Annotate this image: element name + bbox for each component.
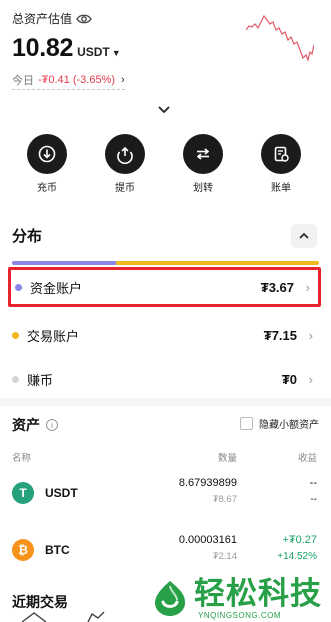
asset-pnl-pct: +14.52% [277, 551, 317, 562]
withdraw-button[interactable]: 提币 [95, 134, 155, 194]
currency-selector[interactable]: USDT ▼ [77, 45, 121, 59]
info-icon[interactable]: i [46, 419, 58, 431]
btc-coin-icon: ₿ [12, 539, 34, 561]
distribution-bar [12, 261, 319, 265]
account-dot [12, 331, 19, 339]
transfer-label: 划转 [193, 183, 213, 194]
chevron-right-icon: › [121, 74, 125, 86]
transfer-button[interactable]: 划转 [173, 134, 233, 194]
account-value: ₮7.15 [263, 327, 297, 343]
section-divider [0, 398, 331, 406]
withdraw-icon [105, 134, 145, 174]
column-header-name: 名称 [12, 453, 32, 464]
deposit-label: 充币 [37, 183, 57, 194]
asset-symbol: BTC [45, 543, 70, 557]
balance-row: 10.82 USDT ▼ [12, 34, 121, 63]
asset-amount-value: ₮8.67 [212, 494, 237, 505]
column-header-pnl: 收益 [297, 453, 317, 464]
watermark-subtext: YNQINGSONG.COM [198, 611, 282, 620]
asset-pnl-pct: -- [310, 494, 317, 505]
usdt-coin-icon: T [12, 482, 34, 504]
watermark-text: 轻松科技 [194, 576, 322, 612]
account-value: ₮3.67 [260, 279, 294, 295]
account-row-trade[interactable]: 交易账户 ₮7.15 › [8, 318, 321, 352]
market-icon [87, 611, 105, 622]
total-asset-label: 总资产估值 [12, 12, 73, 26]
account-name: 赚币 [27, 372, 54, 388]
account-name: 交易账户 [27, 328, 80, 344]
asset-pnl: -- [309, 477, 317, 489]
column-header-amount: 数量 [217, 453, 237, 464]
account-value: ₮0 [281, 371, 297, 387]
bill-icon [261, 134, 301, 174]
asset-header: 总资产估值 10.82 USDT ▼ 今日 -₮0.41 (-3.65%) › [0, 0, 331, 114]
today-change: -₮0.41 (-3.65%) [38, 74, 116, 86]
account-row-fund[interactable]: 资金账户 ₮3.67 › [8, 267, 321, 307]
deposit-icon [27, 134, 67, 174]
eye-icon[interactable] [76, 13, 92, 25]
chevron-down-icon[interactable] [155, 104, 173, 116]
bill-button[interactable]: 账单 [251, 134, 311, 194]
coin-glyph: T [19, 486, 27, 500]
hide-small-checkbox[interactable] [240, 417, 253, 430]
asset-amount: 0.00003161 [178, 534, 237, 546]
chevron-right-icon: › [305, 279, 310, 295]
assets-title: 资产 i [12, 415, 58, 435]
chevron-up-icon [299, 232, 309, 239]
hide-small-assets-toggle[interactable]: 隐藏小额资产 [240, 416, 319, 431]
distribution-segment-fund [12, 261, 117, 265]
distribution-collapse-button[interactable] [291, 224, 317, 248]
balance-sparkline [246, 14, 314, 62]
caret-down-icon: ▼ [111, 48, 121, 58]
bill-label: 账单 [271, 183, 291, 194]
asset-pnl: +₮0.27 [282, 534, 317, 546]
account-dot [12, 375, 19, 383]
chevron-right-icon: › [308, 327, 313, 343]
asset-symbol: USDT [45, 486, 78, 500]
account-row-earn[interactable]: 赚币 ₮0 › [8, 362, 321, 396]
quick-actions: 充币 提币 划转 账单 [0, 134, 331, 198]
deposit-button[interactable]: 充币 [17, 134, 77, 194]
asset-amount-value: ₮2.14 [212, 551, 237, 562]
today-pnl-row[interactable]: 今日 -₮0.41 (-3.65%) › [12, 72, 125, 90]
asset-row-usdt[interactable]: T USDT 8.67939899 ₮8.67 -- -- [0, 469, 331, 519]
distribution-segment-trade [116, 261, 319, 265]
total-balance: 10.82 [12, 34, 74, 62]
site-watermark: 轻松科技 YNQINGSONG.COM [147, 576, 331, 622]
transfer-icon [183, 134, 223, 174]
coin-glyph: ₿ [18, 543, 28, 557]
asset-amount: 8.67939899 [178, 477, 237, 489]
chevron-right-icon: › [308, 371, 313, 387]
asset-row-btc[interactable]: ₿ BTC 0.00003161 ₮2.14 +₮0.27 +14.52% [0, 526, 331, 576]
account-name: 资金账户 [30, 280, 83, 296]
hide-small-label: 隐藏小额资产 [259, 420, 319, 431]
account-dot [15, 283, 22, 291]
watermark-logo-icon [155, 581, 186, 616]
today-label: 今日 [12, 75, 34, 87]
total-asset-title-row: 总资产估值 [12, 10, 92, 27]
distribution-title: 分布 [12, 228, 43, 245]
withdraw-label: 提币 [115, 183, 135, 194]
currency-unit: USDT [77, 45, 110, 59]
home-icon [21, 612, 47, 622]
assets-title-label: 资产 [12, 417, 40, 433]
